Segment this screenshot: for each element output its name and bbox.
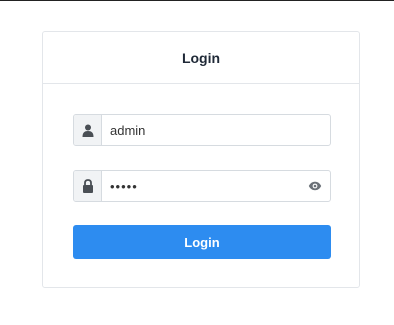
top-divider: [0, 0, 394, 1]
card-title: Login: [43, 32, 359, 84]
login-card: Login Login: [42, 31, 360, 288]
eye-icon[interactable]: [300, 171, 330, 201]
username-field[interactable]: [73, 114, 331, 146]
password-field[interactable]: [73, 170, 331, 202]
password-input[interactable]: [102, 171, 300, 201]
username-input[interactable]: [102, 115, 330, 145]
user-icon: [74, 115, 102, 145]
login-button[interactable]: Login: [73, 225, 331, 259]
lock-icon: [74, 171, 102, 201]
